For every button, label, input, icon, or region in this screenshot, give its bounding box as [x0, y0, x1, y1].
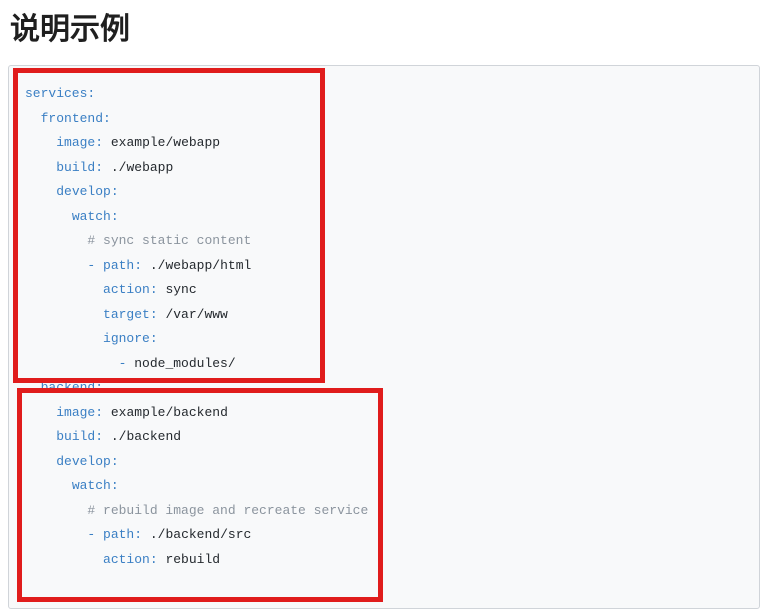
yaml-value: ./webapp: [110, 159, 174, 175]
yaml-colon: :: [87, 86, 96, 101]
code-line: services:: [25, 82, 95, 106]
yaml-key: image: [56, 135, 96, 150]
code-line: ignore:: [25, 327, 158, 351]
code-line: develop:: [25, 450, 119, 474]
yaml-list-dash: -: [87, 257, 104, 273]
code-line: # sync static content: [25, 229, 251, 253]
yaml-value: /var/www: [165, 306, 228, 322]
yaml-value: ./backend: [110, 429, 182, 444]
yaml-colon: :: [149, 282, 158, 297]
code-line: backend:: [25, 376, 103, 400]
code-line: image: example/backend: [25, 401, 228, 425]
code-line: build: ./webapp: [25, 156, 173, 180]
yaml-key: action: [103, 551, 150, 567]
yaml-list-dash: -: [118, 355, 135, 371]
code-line: - path: ./backend/src: [25, 523, 251, 547]
yaml-key: watch: [71, 208, 111, 224]
yaml-colon: :: [95, 159, 104, 175]
yaml-colon: :: [95, 404, 104, 420]
yaml-code-block[interactable]: services: frontend: image: example/webap…: [8, 65, 760, 609]
yaml-key: frontend: [40, 110, 104, 126]
yaml-key: path: [103, 527, 135, 542]
yaml-key: path: [103, 257, 135, 273]
yaml-value: example/webapp: [110, 135, 221, 150]
code-line: develop:: [25, 180, 119, 204]
yaml-key: action: [103, 282, 150, 297]
yaml-key: build: [56, 429, 96, 444]
code-line: action: rebuild: [25, 548, 220, 572]
code-line: image: example/webapp: [25, 131, 220, 155]
yaml-colon: :: [110, 453, 119, 469]
code-line: - node_modules/: [25, 352, 236, 376]
yaml-value: ./backend/src: [149, 527, 252, 542]
yaml-colon: :: [149, 306, 158, 322]
yaml-colon: :: [149, 551, 158, 567]
yaml-comment: # rebuild image and recreate service: [87, 502, 369, 518]
code-line: frontend:: [25, 107, 111, 131]
page-title: 说明示例: [10, 12, 130, 47]
yaml-colon: :: [110, 208, 119, 224]
yaml-key: develop: [56, 184, 111, 199]
yaml-colon: :: [149, 331, 158, 346]
code-line: target: /var/www: [25, 303, 228, 327]
code-line: - path: ./webapp/html: [25, 254, 251, 278]
code-line: # rebuild image and recreate service: [25, 499, 368, 523]
yaml-key: image: [56, 404, 96, 420]
yaml-value: sync: [165, 282, 197, 297]
yaml-key: watch: [71, 478, 111, 493]
yaml-colon: :: [95, 135, 104, 150]
code-line: watch:: [25, 474, 119, 498]
yaml-value: node_modules/: [134, 355, 236, 371]
yaml-value: example/backend: [110, 404, 228, 420]
yaml-key: develop: [56, 453, 111, 469]
yaml-colon: :: [95, 429, 104, 444]
code-line: build: ./backend: [25, 425, 181, 449]
yaml-key: services: [25, 86, 88, 101]
code-line: watch:: [25, 205, 119, 229]
yaml-colon: :: [110, 184, 119, 199]
yaml-key: target: [103, 306, 150, 322]
yaml-list-dash: -: [87, 527, 104, 542]
yaml-colon: :: [110, 478, 119, 493]
code-line: action: sync: [25, 278, 197, 302]
yaml-colon: :: [134, 527, 143, 542]
yaml-value: rebuild: [165, 551, 221, 567]
yaml-colon: :: [95, 380, 104, 395]
yaml-colon: :: [103, 110, 111, 126]
yaml-key: ignore: [103, 331, 150, 346]
yaml-comment: # sync static content: [87, 233, 252, 248]
yaml-key: build: [56, 159, 96, 175]
yaml-key: backend: [40, 380, 96, 395]
yaml-value: ./webapp/html: [149, 257, 252, 273]
yaml-colon: :: [134, 257, 143, 273]
